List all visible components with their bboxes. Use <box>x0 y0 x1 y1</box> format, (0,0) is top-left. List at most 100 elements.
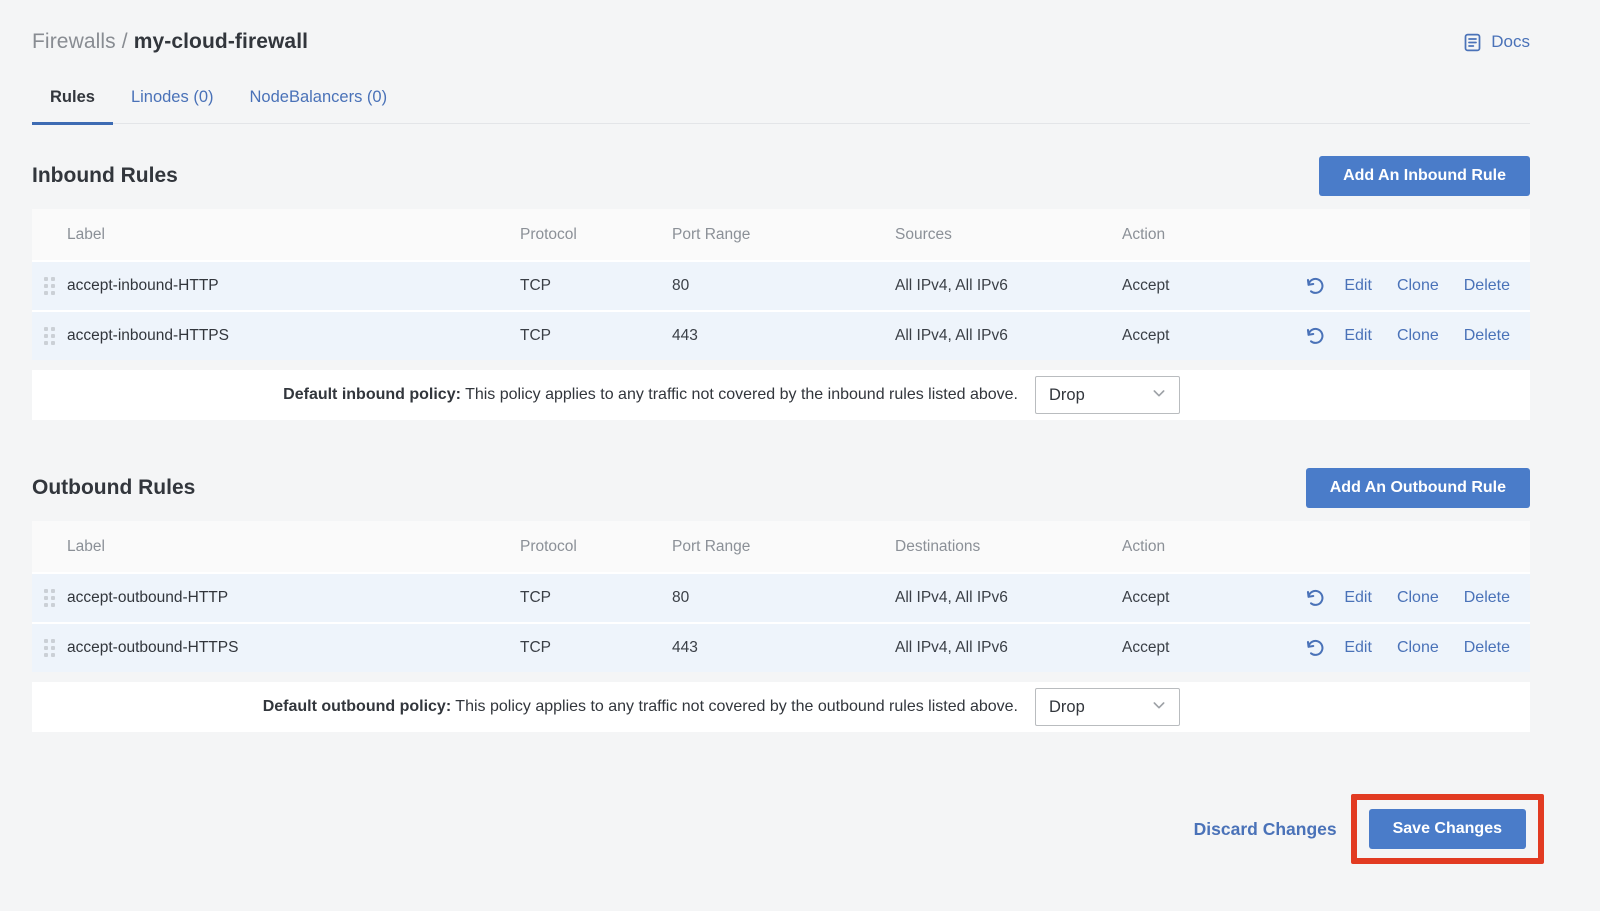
delete-link[interactable]: Delete <box>1464 277 1510 295</box>
table-row-accept-inbound-https: accept-inbound-HTTPS TCP 443 All IPv4, A… <box>32 310 1530 360</box>
default-outbound-policy-row: Default outbound policy: This policy app… <box>32 682 1530 732</box>
outbound-table-header: Label Protocol Port Range Destinations A… <box>32 521 1530 572</box>
chevron-down-icon <box>1151 385 1167 406</box>
drag-dots-icon <box>44 277 55 295</box>
breadcrumb-separator: / <box>122 30 128 53</box>
rule-port-range: 80 <box>672 589 895 607</box>
annotation-highlight-box: Save Changes <box>1351 794 1544 864</box>
tab-bar: Rules Linodes (0) NodeBalancers (0) <box>32 78 1530 124</box>
column-header-protocol: Protocol <box>520 538 672 556</box>
breadcrumb-firewalls-link[interactable]: Firewalls <box>32 30 116 53</box>
column-header-label: Label <box>67 538 520 556</box>
outbound-policy-select[interactable]: Drop <box>1035 688 1180 726</box>
policy-description: This policy applies to any traffic not c… <box>461 386 1018 403</box>
rule-sources: All IPv4, All IPv6 <box>895 277 1122 295</box>
add-outbound-rule-button[interactable]: Add An Outbound Rule <box>1306 468 1530 508</box>
inbound-policy-select[interactable]: Drop <box>1035 376 1180 414</box>
clone-link[interactable]: Clone <box>1397 589 1439 607</box>
rule-protocol: TCP <box>520 589 672 607</box>
rule-port-range: 443 <box>672 639 895 657</box>
inbound-rules-table: Label Protocol Port Range Sources Action… <box>32 209 1530 360</box>
column-header-destinations: Destinations <box>895 538 1122 556</box>
firewall-detail-page: Firewalls / my-cloud-firewall Docs Rules L… <box>0 0 1600 864</box>
edit-link[interactable]: Edit <box>1344 589 1372 607</box>
column-header-port-range: Port Range <box>672 538 895 556</box>
drag-dots-icon <box>44 589 55 607</box>
delete-link[interactable]: Delete <box>1464 327 1510 345</box>
table-row-accept-inbound-http: accept-inbound-HTTP TCP 80 All IPv4, All… <box>32 260 1530 310</box>
edit-link[interactable]: Edit <box>1344 327 1372 345</box>
rule-destinations: All IPv4, All IPv6 <box>895 639 1122 657</box>
edit-link[interactable]: Edit <box>1344 277 1372 295</box>
tab-nodebalancers[interactable]: NodeBalancers (0) <box>232 78 406 123</box>
column-header-protocol: Protocol <box>520 226 672 244</box>
rule-action: Accept <box>1122 277 1300 295</box>
save-changes-button[interactable]: Save Changes <box>1369 809 1526 849</box>
breadcrumb: Firewalls / my-cloud-firewall <box>32 30 308 54</box>
default-outbound-policy-text: Default outbound policy: This policy app… <box>263 698 1018 716</box>
row-actions: Edit Clone Delete <box>1300 326 1530 347</box>
edit-link[interactable]: Edit <box>1344 639 1372 657</box>
inbound-rules-title: Inbound Rules <box>32 164 178 188</box>
column-header-sources: Sources <box>895 226 1122 244</box>
docs-icon <box>1462 32 1483 53</box>
drag-handle[interactable] <box>32 277 67 295</box>
default-inbound-policy-row: Default inbound policy: This policy appl… <box>32 370 1530 420</box>
rule-protocol: TCP <box>520 639 672 657</box>
drag-dots-icon <box>44 327 55 345</box>
add-inbound-rule-button[interactable]: Add An Inbound Rule <box>1319 156 1530 196</box>
undo-icon[interactable] <box>1304 326 1325 347</box>
inbound-table-header: Label Protocol Port Range Sources Action <box>32 209 1530 260</box>
form-actions-footer: Discard Changes Save Changes <box>32 794 1530 864</box>
page-header: Firewalls / my-cloud-firewall Docs <box>32 30 1530 54</box>
rule-label: accept-inbound-HTTP <box>67 277 520 295</box>
rule-action: Accept <box>1122 639 1300 657</box>
rule-sources: All IPv4, All IPv6 <box>895 327 1122 345</box>
tab-linodes[interactable]: Linodes (0) <box>113 78 232 123</box>
undo-icon[interactable] <box>1304 276 1325 297</box>
column-header-action: Action <box>1122 538 1300 556</box>
column-header-action: Action <box>1122 226 1300 244</box>
rule-port-range: 443 <box>672 327 895 345</box>
table-row-accept-outbound-https: accept-outbound-HTTPS TCP 443 All IPv4, … <box>32 622 1530 672</box>
drag-handle[interactable] <box>32 589 67 607</box>
rule-destinations: All IPv4, All IPv6 <box>895 589 1122 607</box>
tab-rules[interactable]: Rules <box>32 78 113 123</box>
drag-handle[interactable] <box>32 327 67 345</box>
rule-protocol: TCP <box>520 327 672 345</box>
column-header-port-range: Port Range <box>672 226 895 244</box>
outbound-rules-table: Label Protocol Port Range Destinations A… <box>32 521 1530 672</box>
table-row-accept-outbound-http: accept-outbound-HTTP TCP 80 All IPv4, Al… <box>32 572 1530 622</box>
drag-handle[interactable] <box>32 639 67 657</box>
outbound-section-header: Outbound Rules Add An Outbound Rule <box>32 468 1530 508</box>
delete-link[interactable]: Delete <box>1464 589 1510 607</box>
inbound-section-header: Inbound Rules Add An Inbound Rule <box>32 156 1530 196</box>
selected-policy-value: Drop <box>1049 698 1085 717</box>
rule-label: accept-outbound-HTTP <box>67 589 520 607</box>
policy-description: This policy applies to any traffic not c… <box>451 698 1018 715</box>
delete-link[interactable]: Delete <box>1464 639 1510 657</box>
docs-label: Docs <box>1491 32 1530 52</box>
column-header-label: Label <box>67 226 520 244</box>
clone-link[interactable]: Clone <box>1397 327 1439 345</box>
rule-protocol: TCP <box>520 277 672 295</box>
clone-link[interactable]: Clone <box>1397 639 1439 657</box>
undo-icon[interactable] <box>1304 588 1325 609</box>
discard-changes-link[interactable]: Discard Changes <box>1194 819 1337 840</box>
chevron-down-icon <box>1151 697 1167 718</box>
rule-label: accept-outbound-HTTPS <box>67 639 520 657</box>
drag-dots-icon <box>44 639 55 657</box>
rule-action: Accept <box>1122 589 1300 607</box>
undo-icon[interactable] <box>1304 638 1325 659</box>
row-actions: Edit Clone Delete <box>1300 588 1530 609</box>
policy-label: Default outbound policy: <box>263 698 451 715</box>
default-inbound-policy-text: Default inbound policy: This policy appl… <box>283 386 1018 404</box>
clone-link[interactable]: Clone <box>1397 277 1439 295</box>
policy-label: Default inbound policy: <box>283 386 461 403</box>
selected-policy-value: Drop <box>1049 386 1085 405</box>
rule-action: Accept <box>1122 327 1300 345</box>
row-actions: Edit Clone Delete <box>1300 276 1530 297</box>
outbound-rules-title: Outbound Rules <box>32 476 195 500</box>
page-title: my-cloud-firewall <box>134 30 308 53</box>
docs-link[interactable]: Docs <box>1462 32 1530 53</box>
